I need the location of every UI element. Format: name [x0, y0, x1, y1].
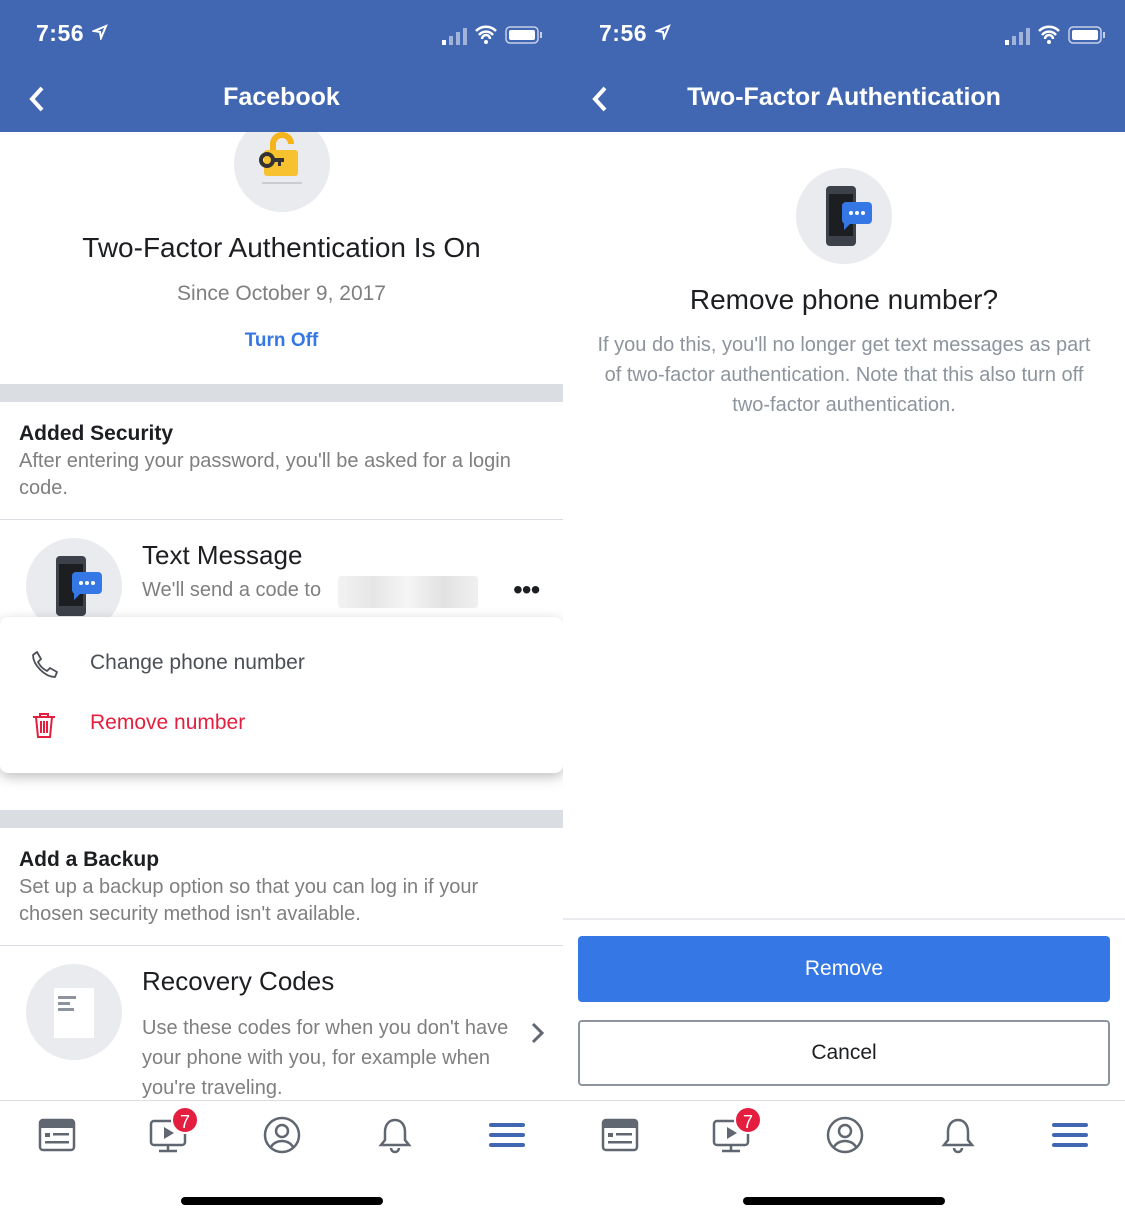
dialog-actions: Remove Cancel — [563, 918, 1125, 1100]
tfa-status-heading: Two-Factor Authentication Is On — [82, 232, 481, 263]
trash-icon — [33, 713, 55, 738]
nav-header: 7:56 Facebook — [0, 0, 563, 132]
menu-icon[interactable] — [487, 1115, 527, 1155]
add-backup-title: Add a Backup — [19, 848, 160, 871]
remove-button[interactable]: Remove — [578, 936, 1110, 1002]
nav-header: 7:56 Two-Factor Authentication — [563, 0, 1125, 132]
recovery-codes-title: Recovery Codes — [142, 966, 335, 996]
phone-icon-circle — [796, 168, 892, 264]
chevron-right-icon — [531, 1022, 545, 1044]
remove-phone-dialog: Remove phone number? If you do this, you… — [563, 132, 1125, 918]
tfa-since-date: Since October 9, 2017 — [177, 282, 386, 305]
dialog-title: Remove phone number? — [689, 284, 999, 315]
added-security-desc: After entering your password, you'll be … — [19, 450, 511, 499]
recovery-codes-desc: Use these codes for when you don't have … — [142, 1017, 509, 1099]
location-arrow-icon — [92, 24, 108, 40]
change-phone-number-item[interactable]: Change phone number — [0, 637, 563, 693]
location-arrow-icon — [655, 24, 671, 40]
status-time: 7:56 — [599, 20, 648, 46]
battery-icon — [505, 26, 542, 44]
tab-bar: 7 — [563, 1100, 1125, 1218]
watch-badge: 7 — [734, 1106, 762, 1134]
news-feed-icon[interactable] — [37, 1115, 77, 1155]
wifi-icon — [475, 25, 497, 44]
profile-icon[interactable] — [825, 1115, 865, 1155]
dialog-description: If you do this, you'll no longer get tex… — [597, 334, 1091, 416]
redacted-phone-number — [338, 576, 478, 608]
signal-icon — [1005, 28, 1030, 45]
tab-bar: 7 — [0, 1100, 563, 1218]
tfa-status-card: Two-Factor Authentication Is On Since Oc… — [0, 116, 563, 384]
battery-icon — [1068, 26, 1105, 44]
remove-number-label: Remove number — [90, 711, 246, 734]
home-indicator — [743, 1197, 945, 1205]
page-title: Two-Factor Authentication — [687, 83, 1001, 111]
phone-options-menu: Change phone number Remove number — [0, 617, 563, 773]
notifications-bell-icon[interactable] — [938, 1115, 978, 1155]
right-screen: Remove phone number? If you do this, you… — [563, 0, 1125, 1218]
status-time: 7:56 — [36, 20, 85, 46]
profile-icon[interactable] — [262, 1115, 302, 1155]
signal-icon — [442, 28, 467, 45]
page-title: Facebook — [223, 83, 340, 111]
turn-off-link[interactable]: Turn Off — [0, 330, 563, 352]
add-backup-desc: Set up a backup option so that you can l… — [19, 876, 479, 925]
phone-message-icon — [826, 186, 872, 246]
text-message-desc: We'll send a code to — [142, 579, 322, 601]
notifications-bell-icon[interactable] — [375, 1115, 415, 1155]
document-icon — [54, 988, 94, 1038]
more-options-icon[interactable]: ••• — [513, 576, 540, 604]
cancel-button[interactable]: Cancel — [578, 1020, 1110, 1086]
added-security-title: Added Security — [19, 422, 174, 445]
recovery-icon-circle — [26, 964, 122, 1060]
home-indicator — [180, 1197, 383, 1205]
wifi-icon — [1038, 25, 1060, 44]
section-separator — [0, 384, 563, 402]
watch-badge: 7 — [171, 1106, 199, 1134]
divider — [0, 519, 563, 520]
left-screen: Two-Factor Authentication Is On Since Oc… — [0, 0, 563, 1218]
remove-number-item[interactable]: Remove number — [0, 697, 563, 753]
change-phone-number-label: Change phone number — [90, 651, 305, 674]
phone-icon — [32, 651, 58, 678]
text-message-title: Text Message — [142, 540, 303, 570]
divider — [0, 945, 563, 946]
section-separator — [0, 810, 563, 828]
menu-icon[interactable] — [1050, 1115, 1090, 1155]
news-feed-icon[interactable] — [600, 1115, 640, 1155]
